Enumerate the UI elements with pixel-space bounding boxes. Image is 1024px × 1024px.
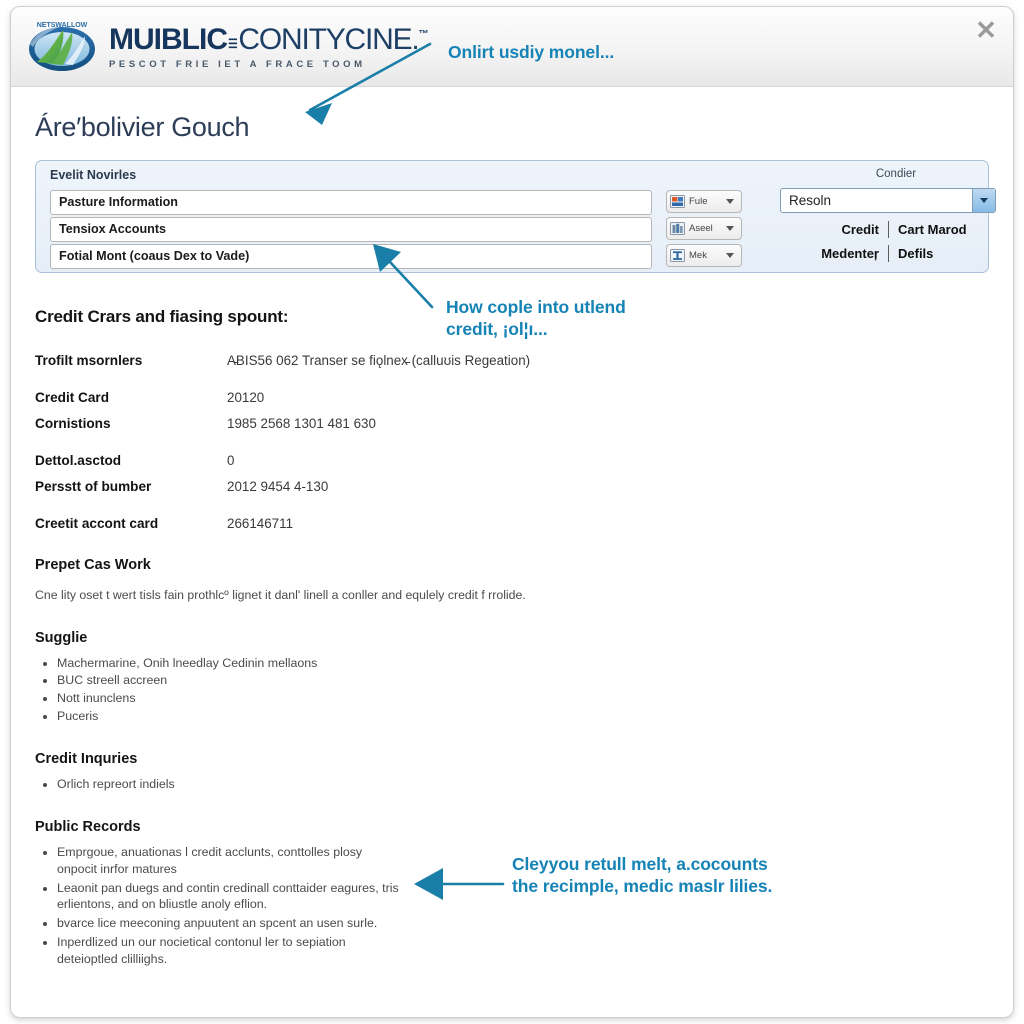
annotation-bottom-line1: Cleyyou retull melt, a.cocounts bbox=[512, 854, 768, 874]
annotation-mid-line1: How cople into utlend bbox=[446, 297, 626, 317]
annotation-mid: How cople into utlend credit, ¡ol¦ı... bbox=[446, 297, 696, 341]
annotation-bottom: Cleyyou retull melt, a.cocounts the reci… bbox=[512, 854, 842, 898]
annotation-mid-line2: credit, ¡ol¦ı... bbox=[446, 318, 548, 339]
annotation-bottom-line2: the recimple, medic maslr lilies. bbox=[512, 875, 773, 896]
